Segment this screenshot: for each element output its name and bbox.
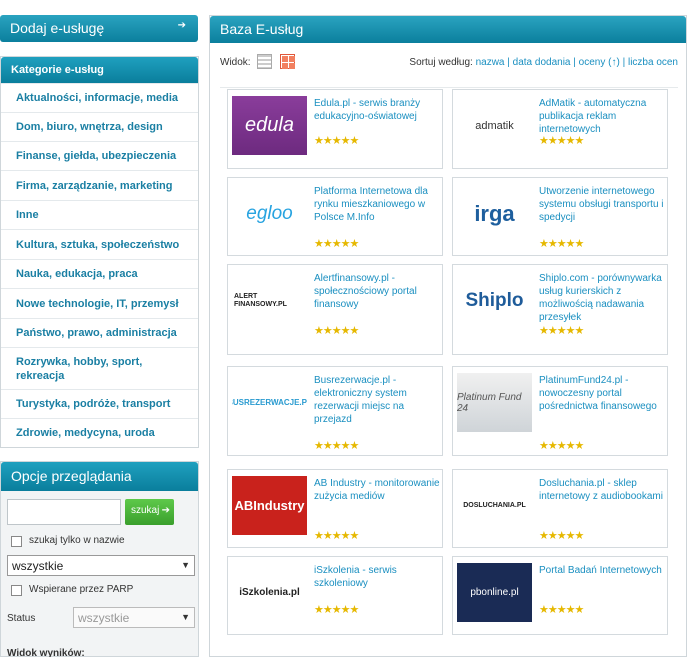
category-item[interactable]: Aktualności, informacje, media — [1, 83, 198, 112]
status-select-value: wszystkie — [78, 611, 130, 625]
search-input[interactable] — [7, 499, 121, 525]
name-only-checkbox[interactable] — [11, 536, 22, 547]
rating-stars: ★★★★★ — [314, 325, 359, 337]
service-card[interactable]: DOSLUCHANIA.PL Dosluchania.pl - sklep int… — [452, 469, 668, 548]
chevron-down-icon: ▼ — [181, 612, 190, 622]
category-item[interactable]: Finanse, giełda, ubezpieczenia — [1, 141, 198, 170]
status-label: Status — [7, 613, 36, 624]
page-title: Baza E-usług — [210, 16, 686, 43]
service-title-link[interactable]: Shiplo.com - porównywarka usług kuriersk… — [539, 272, 665, 324]
service-title-link[interactable]: Dosluchania.pl - sklep internetowy z aud… — [539, 477, 665, 503]
categories-list: Aktualności, informacje, media Dom, biuro… — [1, 83, 198, 447]
sort-by-rating-count[interactable]: liczba ocen — [628, 57, 678, 68]
toolbar-divider — [220, 87, 678, 88]
categories-title: Kategorie e-usług — [1, 57, 198, 83]
sort-by-rating[interactable]: oceny (↑) — [579, 57, 620, 68]
dosluchania-logo[interactable]: DOSLUCHANIA.PL — [457, 476, 532, 535]
service-card[interactable]: ABIndustry AB Industry - monitorowanie zu… — [227, 469, 443, 548]
category-item[interactable]: Inne — [1, 200, 198, 229]
view-label: Widok: — [220, 57, 251, 68]
scope-select-value: wszystkie — [12, 559, 64, 573]
service-title-link[interactable]: iSzkolenia - serwis szkoleniowy — [314, 564, 440, 590]
sort-by-date[interactable]: data dodania — [513, 57, 571, 68]
search-button-label: szukaj — [131, 505, 160, 516]
admatik-logo[interactable]: admatik — [457, 96, 532, 155]
categories-panel: Kategorie e-usług Aktualności, informacj… — [0, 56, 199, 448]
service-card[interactable]: BUSREZERWACJE.PLBusrezerwacje.pl - elekt… — [227, 366, 443, 456]
rating-stars: ★★★★★ — [539, 135, 584, 147]
sort-label: Sortuj według: — [409, 57, 473, 68]
view-toolbar: Widok: Sortuj według: nazwa | data dodan… — [210, 51, 686, 73]
service-card[interactable]: Shiplo Shiplo.com - porównywarka usług ku… — [452, 264, 668, 355]
category-item[interactable]: Firma, zarządzanie, marketing — [1, 170, 198, 200]
service-card[interactable]: edula Edula.pl - serwis branży edukacyjno… — [227, 89, 443, 169]
service-title-link[interactable]: AdMatik - automatyczna publikacja reklam… — [539, 97, 665, 136]
sort-by-name[interactable]: nazwa — [476, 57, 505, 68]
service-card[interactable]: pbonline.pl Portal Badań Internetowych ★★★… — [452, 556, 668, 635]
parp-label: Wspierane przez PARP — [29, 584, 134, 595]
service-card[interactable]: ALERT FINANSOWY.PL Alertfinansowy.pl - sp… — [227, 264, 443, 355]
service-card[interactable]: egloo Platforma Internetowa dla rynku mie… — [227, 177, 443, 256]
rating-stars: ★★★★★ — [539, 440, 584, 452]
service-card[interactable]: irga Utworzenie internetowego systemu obs… — [452, 177, 668, 256]
abindustry-logo[interactable]: ABIndustry — [232, 476, 307, 535]
shiplo-logo[interactable]: Shiplo — [457, 271, 532, 330]
service-card[interactable]: Platinum Fund 24 PlatinumFund24.pl - nowo… — [452, 366, 668, 456]
egloo-logo[interactable]: egloo — [232, 184, 307, 243]
service-title-link[interactable]: Portal Badań Internetowych — [539, 564, 665, 577]
browse-options-title: Opcje przeglądania — [1, 462, 198, 491]
browse-options-panel: Opcje przeglądania szukaj ➔ szukaj tylko… — [0, 461, 199, 657]
alertfinansowy-logo[interactable]: ALERT FINANSOWY.PL — [232, 271, 307, 330]
service-title-link[interactable]: Utworzenie internetowego systemu obsługi… — [539, 185, 665, 224]
category-item[interactable]: Państwo, prawo, administracja — [1, 318, 198, 347]
rating-stars: ★★★★★ — [314, 135, 359, 147]
rating-stars: ★★★★★ — [314, 238, 359, 250]
results-view-label: Widok wyników: — [7, 648, 85, 657]
category-item[interactable]: Zdrowie, medycyna, uroda — [1, 418, 198, 447]
service-title-link[interactable]: Alertfinansowy.pl - społecznościowy port… — [314, 272, 440, 311]
service-title-link[interactable]: Platforma Internetowa dla rynku mieszkan… — [314, 185, 440, 224]
arrow-right-icon: ➔ — [161, 505, 170, 516]
edula-logo[interactable]: edula — [232, 96, 307, 155]
chevron-down-icon: ▼ — [181, 560, 190, 570]
rating-stars: ★★★★★ — [314, 530, 359, 542]
parp-checkbox[interactable] — [11, 585, 22, 596]
scope-select[interactable]: wszystkie ▼ — [7, 555, 195, 576]
add-service-label: Dodaj e-usługę — [10, 20, 105, 36]
sort-bar: Sortuj według: nazwa | data dodania | oc… — [409, 57, 678, 68]
rating-stars: ★★★★★ — [539, 530, 584, 542]
category-item[interactable]: Nowe technologie, IT, przemysł — [1, 288, 198, 318]
rating-stars: ★★★★★ — [314, 604, 359, 616]
list-view-icon[interactable] — [257, 54, 272, 69]
pbonline-logo[interactable]: pbonline.pl — [457, 563, 532, 622]
category-item[interactable]: Kultura, sztuka, społeczeństwo — [1, 229, 198, 259]
rating-stars: ★★★★★ — [539, 238, 584, 250]
service-title-link[interactable]: PlatinumFund24.pl - nowoczesny portal po… — [539, 374, 665, 413]
service-title-link[interactable]: Edula.pl - serwis branży edukacyjno-oświ… — [314, 97, 440, 123]
service-card[interactable]: iSzkolenia.pl iSzkolenia - serwis szkolen… — [227, 556, 443, 635]
grid-view-icon[interactable] — [280, 54, 295, 69]
name-only-label: szukaj tylko w nazwie — [29, 535, 125, 546]
search-button[interactable]: szukaj ➔ — [125, 499, 174, 525]
category-item[interactable]: Turystyka, podróże, transport — [1, 389, 198, 418]
platinumfund-logo[interactable]: Platinum Fund 24 — [457, 373, 532, 432]
services-panel: Baza E-usług Widok: Sortuj według: nazwa… — [209, 15, 687, 657]
category-item[interactable]: Rozrywka, hobby, sport, rekreacja — [1, 347, 198, 389]
service-card[interactable]: admatik AdMatik - automatyczna publikacja… — [452, 89, 668, 169]
rating-stars: ★★★★★ — [314, 440, 359, 452]
status-select[interactable]: wszystkie ▼ — [73, 607, 195, 628]
service-title-link[interactable]: AB Industry - monitorowanie zużycia medi… — [314, 477, 440, 503]
iszkolenia-logo[interactable]: iSzkolenia.pl — [232, 563, 307, 622]
busrezerwacje-logo[interactable]: BUSREZERWACJE.PL — [232, 373, 307, 432]
rating-stars: ★★★★★ — [539, 325, 584, 337]
category-item[interactable]: Dom, biuro, wnętrza, design — [1, 112, 198, 141]
service-title-link[interactable]: Busrezerwacje.pl - elektroniczny system … — [314, 374, 440, 426]
irga-logo[interactable]: irga — [457, 184, 532, 243]
category-item[interactable]: Nauka, edukacja, praca — [1, 259, 198, 288]
arrow-right-icon: ➔ — [177, 20, 186, 31]
add-service-button[interactable]: Dodaj e-usługę ➔ — [0, 15, 198, 42]
rating-stars: ★★★★★ — [539, 604, 584, 616]
